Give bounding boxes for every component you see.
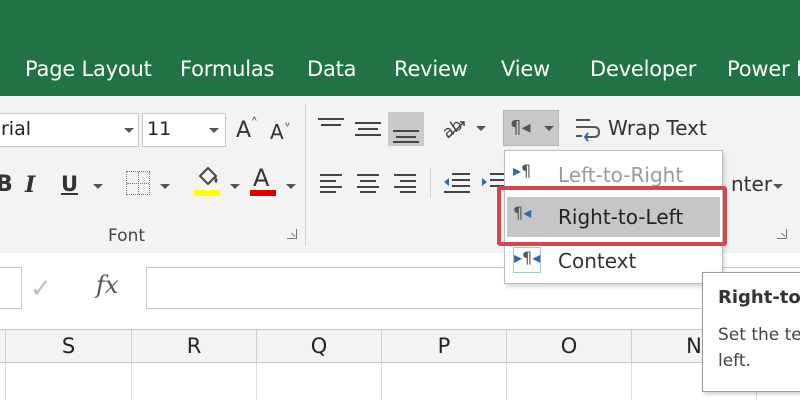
- column-header-row: S R Q P O N: [0, 329, 800, 363]
- decrease-font-size-button[interactable]: A ^: [270, 116, 296, 146]
- tab-review[interactable]: Review: [394, 57, 468, 81]
- highlight-annotation: [497, 186, 727, 246]
- tab-formulas[interactable]: Formulas: [180, 57, 274, 81]
- svg-text:ab: ab: [440, 115, 466, 142]
- column-header-o[interactable]: O: [507, 330, 632, 363]
- chevron-down-icon: [124, 128, 134, 133]
- fill-color-dropdown-caret[interactable]: [230, 184, 240, 189]
- chevron-down-icon: [544, 126, 554, 131]
- bold-button[interactable]: B: [0, 172, 13, 197]
- font-size-dropdown[interactable]: 11: [142, 113, 226, 147]
- font-color-label: A: [253, 164, 270, 192]
- paint-bucket-icon: [198, 166, 218, 186]
- name-box[interactable]: [0, 267, 22, 309]
- italic-button[interactable]: I: [25, 172, 35, 198]
- align-center-icon[interactable]: [357, 174, 379, 193]
- orientation-icon: ab: [439, 115, 466, 142]
- ltr-paragraph-icon: ▸¶: [513, 161, 532, 180]
- text-direction-button[interactable]: ¶◂: [503, 110, 559, 146]
- wrap-text-icon: [576, 119, 601, 142]
- decrease-font-label: A: [270, 120, 284, 144]
- align-right-icon[interactable]: [394, 174, 416, 193]
- font-name-value: rial: [1, 118, 32, 140]
- title-bar: Page Layout Formulas Data Review View De…: [0, 0, 800, 96]
- group-divider: [305, 104, 306, 246]
- underline-dropdown-caret[interactable]: [93, 184, 103, 189]
- tab-data[interactable]: Data: [307, 57, 357, 81]
- font-size-value: 11: [147, 118, 172, 140]
- grid-column: [382, 363, 507, 400]
- tab-page-layout[interactable]: Page Layout: [25, 57, 152, 81]
- caret-down-small-icon: ^: [285, 116, 290, 127]
- paragraph-rtl-icon: ¶◂: [510, 117, 531, 138]
- column-header-p[interactable]: P: [382, 330, 507, 363]
- orientation-button[interactable]: ab: [439, 114, 470, 142]
- borders-dropdown-caret[interactable]: [160, 184, 170, 189]
- increase-font-label: A: [236, 118, 252, 143]
- wrap-text-button[interactable]: Wrap Text: [574, 114, 714, 144]
- tooltip-title: Right-to: [718, 287, 800, 308]
- column-header-r[interactable]: R: [132, 330, 257, 363]
- bottom-align-icon: [393, 120, 419, 143]
- borders-icon[interactable]: [126, 171, 150, 195]
- tooltip: Right-to Set the te left.: [702, 272, 800, 392]
- chevron-down-icon: [209, 128, 219, 133]
- tab-developer[interactable]: Developer: [590, 57, 696, 81]
- grid-column: [257, 363, 382, 400]
- check-icon[interactable]: ✓: [30, 273, 52, 304]
- grid-column: [507, 363, 632, 400]
- font-dialog-launcher-icon[interactable]: [287, 229, 297, 239]
- font-color-button[interactable]: A: [250, 164, 278, 198]
- tab-view[interactable]: View: [501, 57, 550, 81]
- tooltip-body-line1: Set the te: [718, 325, 800, 345]
- font-name-dropdown[interactable]: rial: [0, 113, 139, 147]
- decrease-indent-icon[interactable]: [442, 172, 470, 194]
- caret-up-icon: ^: [252, 116, 257, 127]
- fill-color-button[interactable]: [194, 164, 222, 198]
- middle-align-icon[interactable]: [355, 118, 381, 140]
- wrap-text-label: Wrap Text: [608, 116, 707, 140]
- font-group-label: Font: [108, 226, 146, 246]
- grid-column: [132, 363, 257, 400]
- menu-item-label: Left-to-Right: [558, 163, 684, 187]
- orientation-dropdown-caret[interactable]: [476, 126, 486, 131]
- align-left-icon[interactable]: [320, 174, 342, 193]
- merge-center-dropdown-caret[interactable]: [773, 184, 783, 189]
- bottom-align-button[interactable]: [388, 112, 424, 146]
- top-align-icon[interactable]: [318, 118, 344, 136]
- merge-center-label[interactable]: nter: [731, 172, 772, 196]
- font-color-dropdown-caret[interactable]: [286, 184, 296, 189]
- grid-column: [6, 363, 132, 400]
- tooltip-body-line2: left.: [718, 351, 751, 371]
- menu-item-context[interactable]: ▸¶◂ Context: [505, 241, 722, 281]
- fill-color-swatch: [194, 190, 220, 196]
- context-paragraph-icon: ▸¶◂: [513, 247, 541, 273]
- menu-item-label: Context: [558, 249, 637, 273]
- column-header-q[interactable]: Q: [257, 330, 382, 363]
- divider: [430, 168, 431, 198]
- font-color-swatch: [250, 190, 276, 196]
- tab-power-pivot[interactable]: Power P: [727, 57, 800, 81]
- alignment-dialog-launcher-icon[interactable]: [777, 229, 787, 239]
- underline-button[interactable]: U: [61, 172, 78, 196]
- increase-font-size-button[interactable]: A ^: [236, 116, 262, 146]
- insert-function-button[interactable]: fx: [96, 271, 118, 299]
- column-header-s[interactable]: S: [6, 330, 132, 363]
